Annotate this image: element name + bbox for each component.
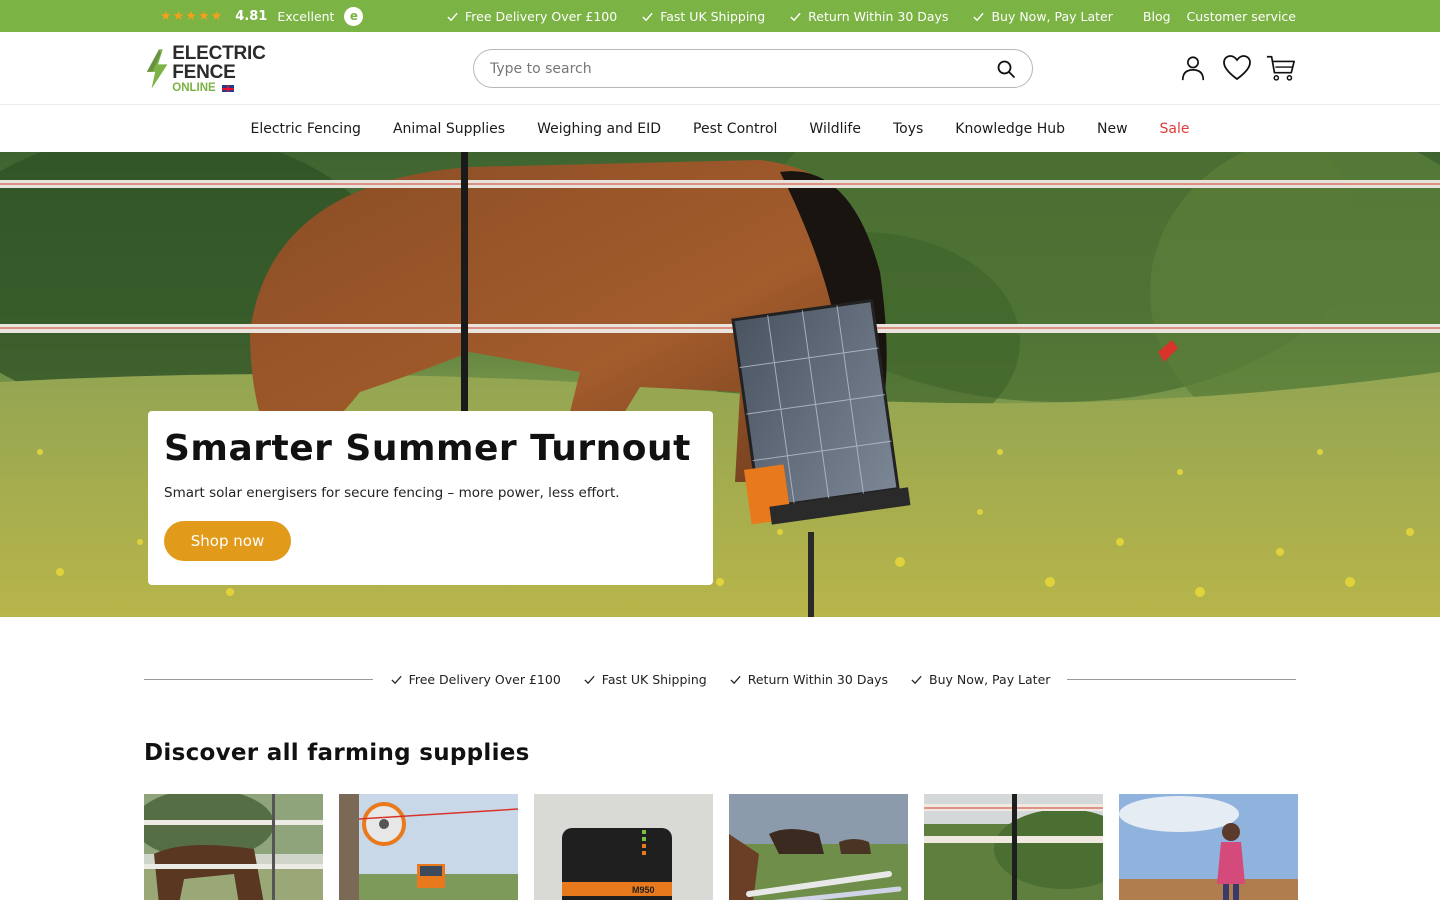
- top-links: Blog Customer service: [1143, 0, 1296, 32]
- usp-item: Buy Now, Pay Later: [910, 672, 1050, 687]
- rating-stars: ★★★★★: [160, 8, 224, 24]
- usp-item: Free Delivery Over £100: [390, 672, 561, 687]
- check-icon: [584, 675, 595, 684]
- category-tile[interactable]: [1119, 794, 1298, 900]
- site-header: ELECTRIC FENCE ONLINE: [0, 32, 1440, 104]
- lightning-bolt-icon: [146, 49, 168, 89]
- hero-title: Smarter Summer Turnout: [164, 428, 691, 469]
- uk-flag-icon: [221, 85, 234, 92]
- blog-link[interactable]: Blog: [1143, 9, 1171, 24]
- header-actions: [1178, 53, 1296, 83]
- check-icon: [642, 12, 653, 21]
- child-field-image: [1119, 794, 1298, 900]
- check-icon: [973, 12, 985, 21]
- logo-title: ELECTRIC FENCE: [172, 42, 266, 83]
- usp-label: Fast UK Shipping: [660, 8, 766, 24]
- usp-item: Buy Now, Pay Later: [972, 8, 1113, 24]
- site-logo[interactable]: ELECTRIC FENCE ONLINE: [144, 42, 324, 93]
- divider-left: [144, 678, 373, 680]
- usp-label: Return Within 30 Days: [808, 8, 949, 24]
- category-tile[interactable]: [144, 794, 323, 900]
- wishlist-heart-icon[interactable]: [1222, 53, 1252, 83]
- usp-item: Fast UK Shipping: [641, 9, 765, 24]
- category-tile[interactable]: [339, 794, 518, 900]
- nav-item-new[interactable]: New: [1097, 121, 1128, 137]
- fence-handles-image: [729, 794, 908, 900]
- usp-label: Free Delivery Over £100: [408, 671, 561, 687]
- rating-summary[interactable]: ★★★★★ 4.81 Excellent e: [160, 0, 364, 32]
- hero-card: Smarter Summer Turnout Smart solar energ…: [148, 411, 713, 585]
- nav-item-toys[interactable]: Toys: [893, 121, 923, 137]
- usp-item: Free Delivery Over £100: [446, 9, 617, 24]
- check-icon: [390, 675, 402, 684]
- divider-right: [1067, 678, 1296, 680]
- usp-label: Buy Now, Pay Later: [929, 671, 1051, 687]
- fence-post-image: [924, 794, 1103, 900]
- usp-band: Free Delivery Over £100 Fast UK Shipping…: [144, 668, 1296, 690]
- shop-now-button[interactable]: Shop now: [164, 521, 291, 561]
- hero-banner[interactable]: Smarter Summer Turnout Smart solar energ…: [0, 152, 1440, 617]
- rating-score: 4.81: [235, 8, 268, 24]
- rating-label: Excellent: [277, 8, 335, 24]
- usp-label: Fast UK Shipping: [601, 671, 707, 687]
- search-icon[interactable]: [996, 59, 1016, 79]
- category-tile[interactable]: M950: [534, 794, 713, 900]
- main-nav: Electric Fencing Animal Supplies Weighin…: [0, 104, 1440, 152]
- usp-item: Return Within 30 Days: [789, 9, 948, 24]
- energiser-model-label: M950: [632, 885, 655, 895]
- check-icon: [911, 675, 922, 684]
- hero-subtitle: Smart solar energisers for secure fencin…: [164, 484, 620, 501]
- category-tiles: M950: [144, 794, 1298, 900]
- cart-icon[interactable]: [1266, 53, 1296, 83]
- nav-item-wildlife[interactable]: Wildlife: [809, 121, 861, 137]
- horse-fence-image: [144, 794, 323, 900]
- usp-label: Free Delivery Over £100: [465, 8, 618, 24]
- fence-reel-image: [339, 794, 518, 900]
- customer-service-link[interactable]: Customer service: [1187, 9, 1296, 24]
- usp-item: Fast UK Shipping: [583, 672, 707, 687]
- section-title: Discover all farming supplies: [144, 740, 530, 766]
- account-icon[interactable]: [1178, 53, 1208, 83]
- review-badge-icon: e: [344, 6, 364, 26]
- energiser-image: M950: [534, 794, 713, 900]
- category-tile[interactable]: [729, 794, 908, 900]
- logo-subtitle: ONLINE: [172, 81, 216, 94]
- top-usp-list: Free Delivery Over £100 Fast UK Shipping…: [446, 0, 1113, 32]
- check-icon: [790, 12, 801, 21]
- top-bar: ★★★★★ 4.81 Excellent e Free Delivery Ove…: [0, 0, 1440, 32]
- nav-item-electric-fencing[interactable]: Electric Fencing: [251, 121, 361, 137]
- nav-item-weighing-eid[interactable]: Weighing and EID: [537, 121, 661, 137]
- check-icon: [447, 12, 458, 21]
- search-input[interactable]: [490, 60, 996, 77]
- nav-item-knowledge-hub[interactable]: Knowledge Hub: [955, 121, 1065, 137]
- nav-item-sale[interactable]: Sale: [1160, 121, 1190, 137]
- usp-item: Return Within 30 Days: [729, 672, 888, 687]
- search-bar: [473, 49, 1033, 88]
- logo-subtitle-row: ONLINE: [172, 81, 324, 95]
- category-tile[interactable]: [924, 794, 1103, 900]
- nav-item-pest-control[interactable]: Pest Control: [693, 121, 777, 137]
- usp-label: Buy Now, Pay Later: [991, 8, 1113, 24]
- usp-band-list: Free Delivery Over £100 Fast UK Shipping…: [373, 672, 1067, 687]
- check-icon: [730, 675, 741, 684]
- usp-label: Return Within 30 Days: [747, 671, 889, 687]
- nav-item-animal-supplies[interactable]: Animal Supplies: [393, 121, 505, 137]
